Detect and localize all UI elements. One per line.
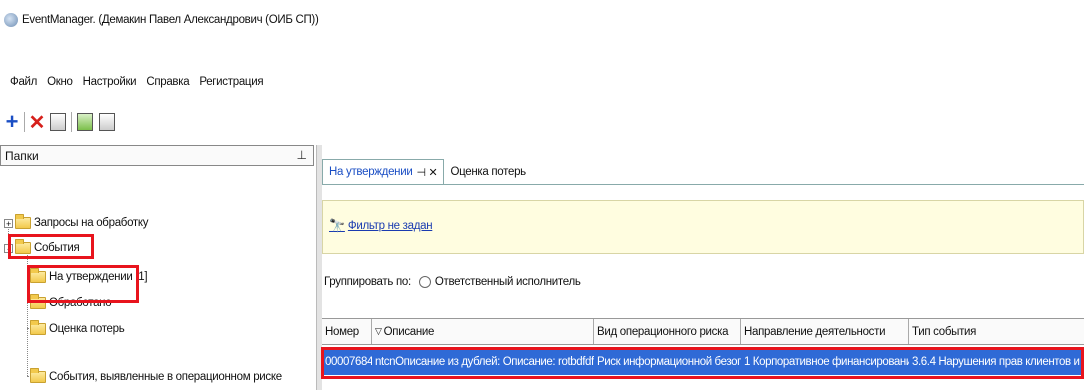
column-header-label: Описание xyxy=(383,325,435,338)
toolbar-separator xyxy=(24,112,25,132)
tree-item-operational-risk-events[interactable]: События, выявленные в операционном риске xyxy=(30,368,282,386)
tree-item-loss-assessment[interactable]: Оценка потерь xyxy=(30,320,125,338)
tab-label: Оценка потерь xyxy=(450,166,526,178)
tree-item-label: События, выявленные в операционном риске xyxy=(49,371,282,383)
highlight-box-events xyxy=(8,234,94,259)
filter-bar: 🔭 Фильтр не задан xyxy=(322,200,1084,254)
properties-icon[interactable] xyxy=(50,113,66,131)
folder-icon xyxy=(30,368,46,383)
menu-help[interactable]: Справка xyxy=(146,76,189,88)
plus-icon[interactable]: + xyxy=(2,109,22,134)
menu-bar: Файл Окно Настройки Справка Регистрация xyxy=(0,70,273,94)
menu-window[interactable]: Окно xyxy=(47,76,73,88)
toolbar: + ✕ xyxy=(0,108,118,136)
folders-panel-title: Папки xyxy=(5,148,39,163)
grid-header: Номер ▽ Описание Вид операционного риска … xyxy=(322,318,1084,345)
folder-icon xyxy=(15,214,31,229)
app-icon xyxy=(4,13,18,27)
tree-item-requests[interactable]: + Запросы на обработку xyxy=(4,214,149,232)
export-icon[interactable] xyxy=(99,113,115,131)
tree-item-label: Оценка потерь xyxy=(49,323,125,335)
delete-x-icon[interactable]: ✕ xyxy=(27,111,47,134)
tab-on-approval[interactable]: На утверждении ⊣ ✕ xyxy=(322,159,445,184)
menu-registration[interactable]: Регистрация xyxy=(199,76,263,88)
window-title: EventManager. (Демакин Павел Александров… xyxy=(22,14,319,26)
menu-settings[interactable]: Настройки xyxy=(83,76,137,88)
tab-label: На утверждении xyxy=(329,166,413,178)
highlight-box-on-approval xyxy=(27,265,139,303)
group-by-label: Группировать по: xyxy=(324,276,411,288)
filter-icon: ▽ xyxy=(375,326,382,336)
refresh-icon[interactable] xyxy=(77,113,93,131)
toolbar-separator xyxy=(71,112,72,132)
group-option-radio[interactable] xyxy=(418,276,431,288)
tab-loss-assessment[interactable]: Оценка потерь xyxy=(444,160,531,184)
column-header-event-type[interactable]: Тип события xyxy=(909,319,1084,344)
column-header-description[interactable]: ▽ Описание xyxy=(372,319,594,344)
folder-icon xyxy=(30,320,46,335)
pin-close-icon[interactable]: ⊣ ✕ xyxy=(416,166,437,179)
filter-link-label: Фильтр не задан xyxy=(347,220,433,232)
tab-underline xyxy=(322,184,1084,185)
filter-link[interactable]: 🔭 Фильтр не задан xyxy=(329,218,433,234)
highlight-box-row xyxy=(321,347,1084,379)
group-option-label[interactable]: Ответственный исполнитель xyxy=(435,276,581,288)
folders-panel-header: Папки ⊥ xyxy=(0,145,314,166)
binoculars-icon: 🔭 xyxy=(329,218,345,233)
column-header-risk-type[interactable]: Вид операционного риска xyxy=(594,319,741,344)
title-bar: EventManager. (Демакин Павел Александров… xyxy=(0,0,1084,40)
expand-icon[interactable]: + xyxy=(4,218,13,228)
pin-icon[interactable]: ⊥ xyxy=(297,148,307,162)
column-header-business-line[interactable]: Направление деятельности xyxy=(741,319,909,344)
menu-file[interactable]: Файл xyxy=(10,76,37,88)
tree-item-label: Запросы на обработку xyxy=(34,217,149,229)
group-by-row: Группировать по: Ответственный исполните… xyxy=(324,276,581,288)
column-header-number[interactable]: Номер xyxy=(322,319,372,344)
tab-strip: На утверждении ⊣ ✕ Оценка потерь xyxy=(322,158,532,184)
